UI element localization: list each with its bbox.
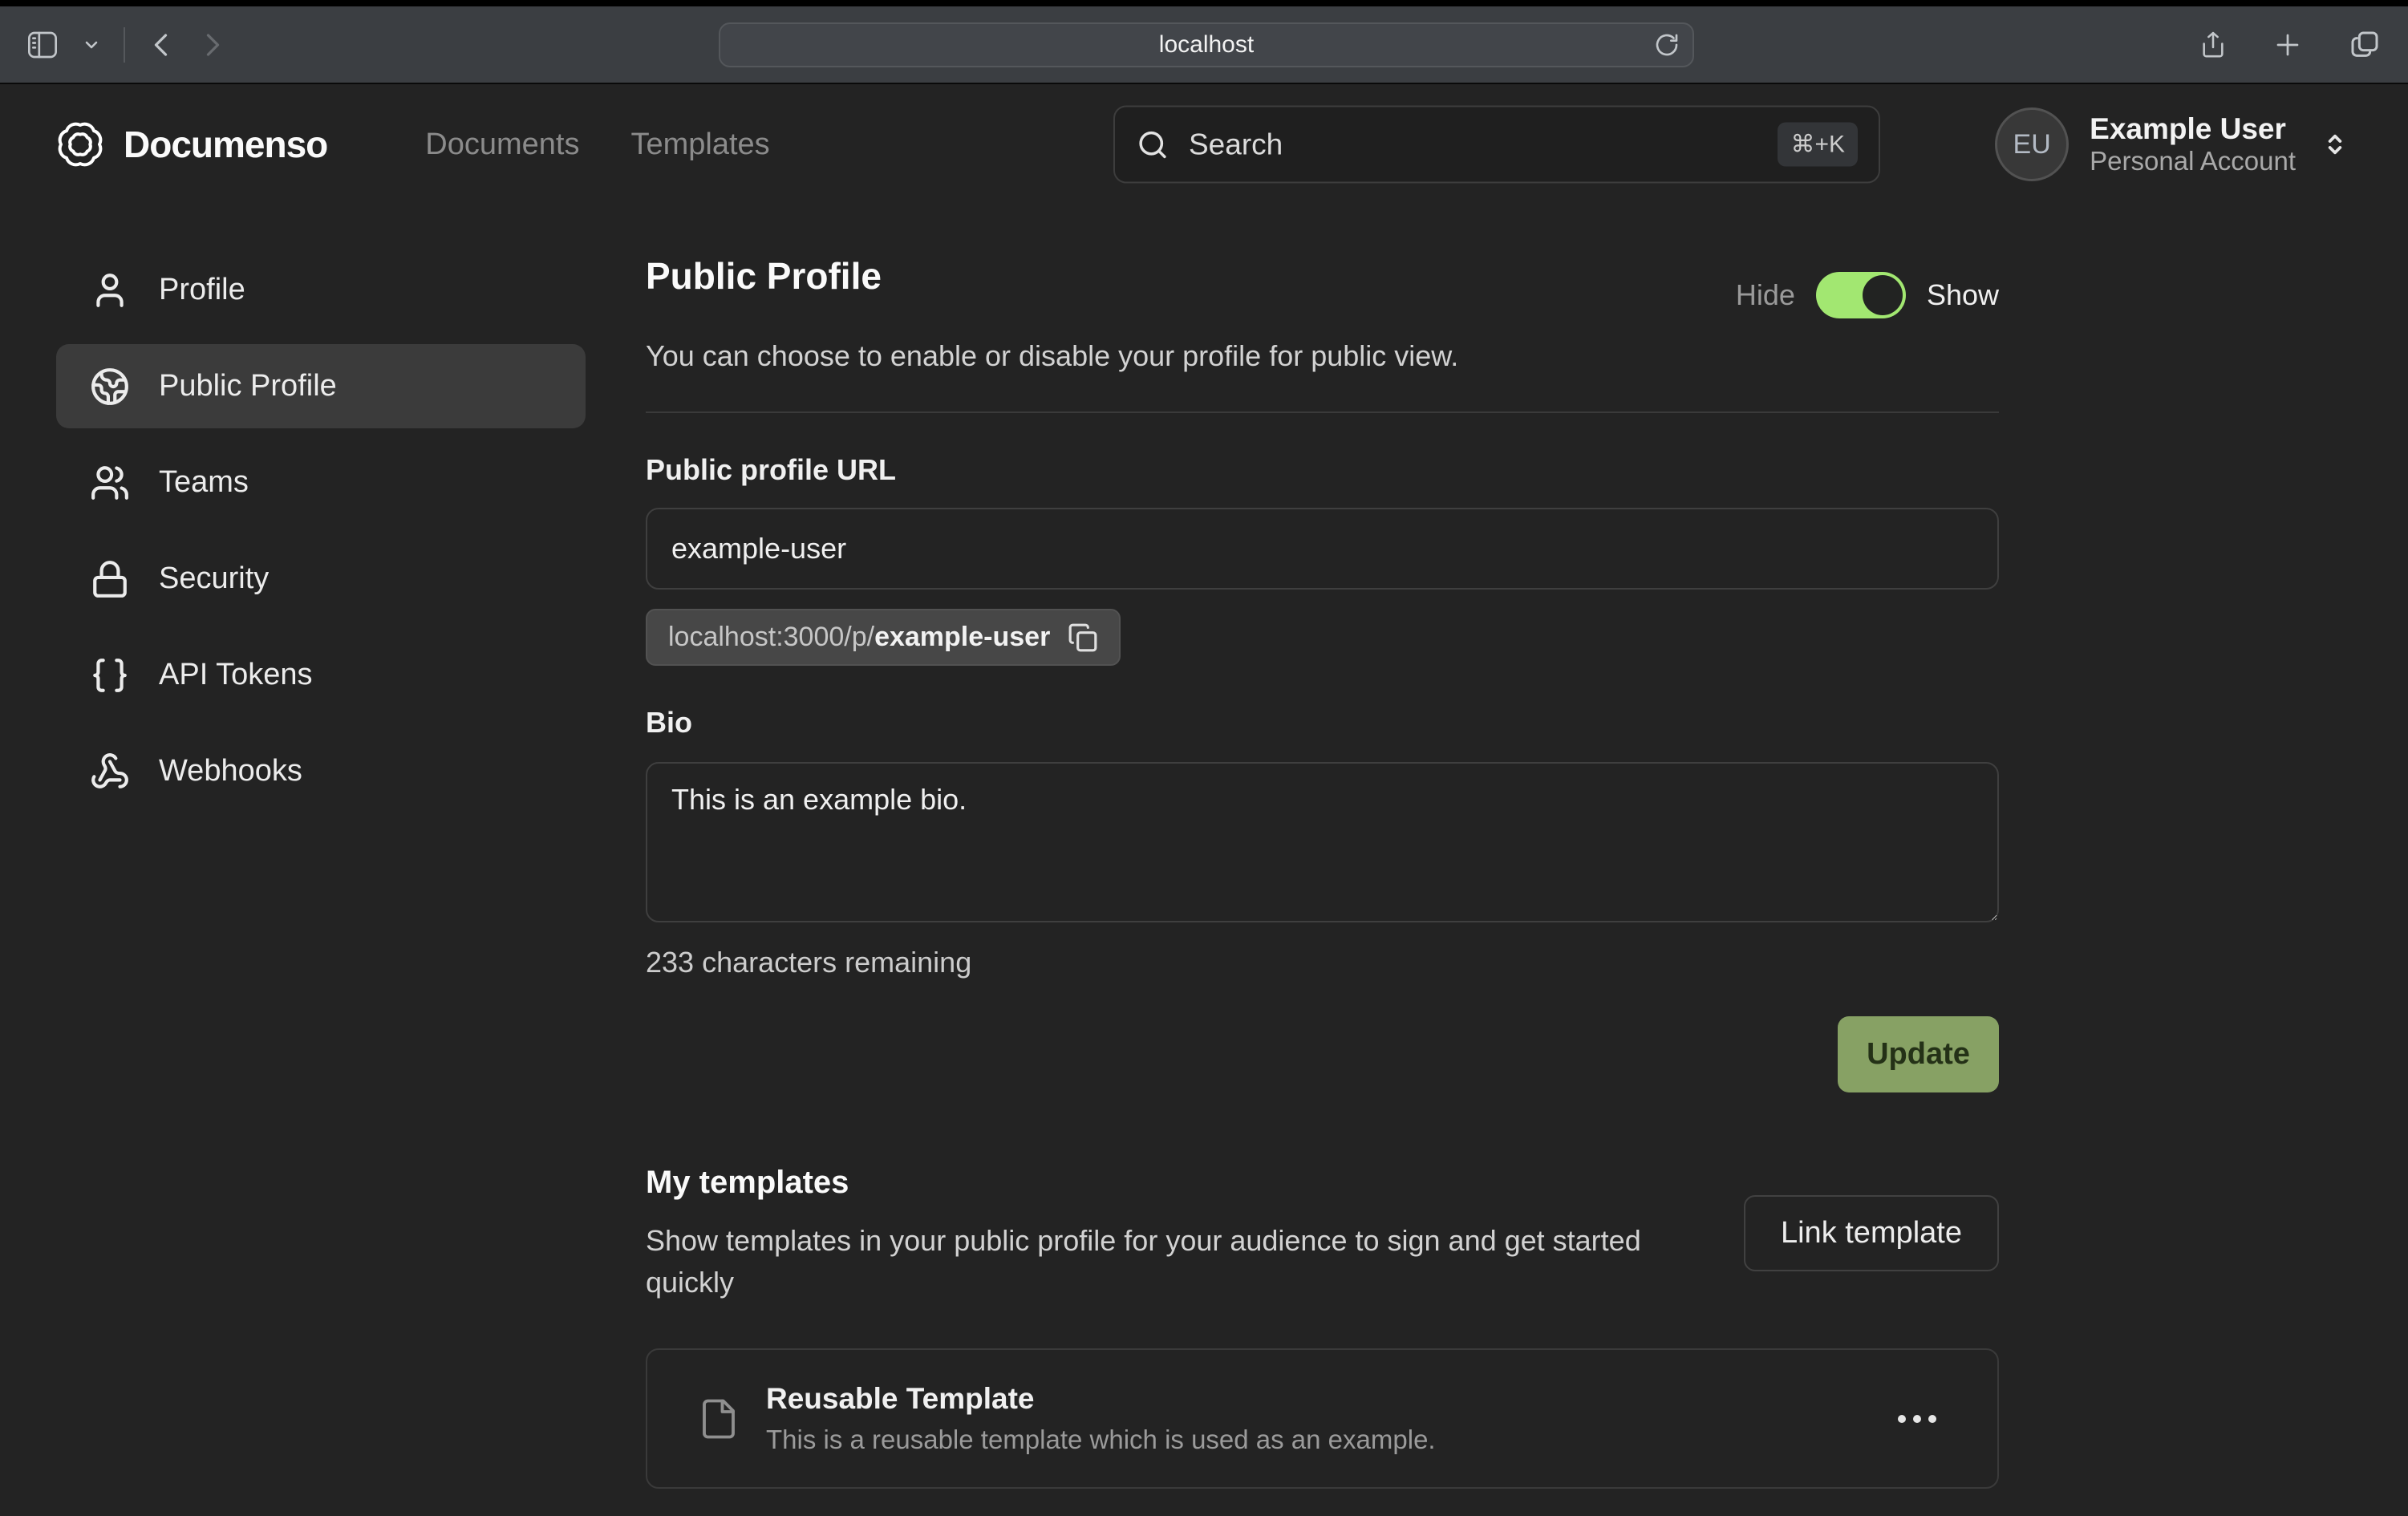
- forward-icon[interactable]: [197, 28, 226, 62]
- address-bar[interactable]: localhost: [719, 22, 1694, 67]
- copy-icon: [1068, 622, 1098, 653]
- templates-header: My templates Show templates in your publ…: [646, 1165, 1999, 1303]
- brand-name: Documenso: [124, 123, 327, 166]
- ellipsis-icon[interactable]: [1887, 1404, 1948, 1434]
- page-title: Public Profile: [646, 254, 882, 298]
- chevrons-up-down-icon: [2320, 129, 2350, 160]
- profile-url-slug: example-user: [874, 622, 1050, 652]
- toggle-show-label: Show: [1927, 278, 1999, 312]
- avatar: EU: [1995, 107, 2069, 181]
- user-icon: [90, 270, 130, 310]
- app-header: Documenso Documents Templates Search ⌘+K…: [0, 84, 2408, 205]
- back-icon[interactable]: [148, 28, 176, 62]
- update-button[interactable]: Update: [1838, 1016, 1999, 1092]
- sidebar-item-label: Profile: [159, 273, 245, 307]
- braces-icon: [90, 655, 130, 695]
- section-header: Public Profile Hide Show: [646, 248, 1999, 318]
- sidebar-item-label: Public Profile: [159, 369, 337, 403]
- template-description: This is a reusable template which is use…: [766, 1423, 1887, 1457]
- divider: [646, 411, 1999, 413]
- sidebar-item-webhooks[interactable]: Webhooks: [56, 729, 586, 813]
- sidebar-item-api-tokens[interactable]: API Tokens: [56, 633, 586, 717]
- sidebar-item-public-profile[interactable]: Public Profile: [56, 344, 586, 428]
- browser-toolbar-right: [2199, 29, 2381, 61]
- update-row: Update: [646, 1016, 1999, 1092]
- window-top-strip: [0, 0, 2408, 6]
- link-template-button[interactable]: Link template: [1744, 1195, 1999, 1271]
- search-icon: [1136, 128, 1170, 161]
- template-card: Reusable Template This is a reusable tem…: [646, 1348, 1999, 1489]
- toolbar-divider: [124, 27, 125, 63]
- profile-url-label: Public profile URL: [646, 453, 1999, 487]
- app-body: Profile Public Profile Teams Security AP…: [0, 205, 2408, 1516]
- share-icon[interactable]: [2199, 29, 2227, 61]
- main-nav: Documents Templates: [425, 128, 769, 162]
- profile-url-prefix: localhost:3000/p/: [668, 622, 874, 652]
- nav-documents[interactable]: Documents: [425, 128, 579, 162]
- bio-textarea[interactable]: This is an example bio.: [646, 762, 1999, 922]
- webhook-icon: [90, 752, 130, 792]
- toggle-hide-label: Hide: [1736, 278, 1795, 312]
- sidebar-item-label: Security: [159, 561, 269, 596]
- main-content: Public Profile Hide Show You can choose …: [646, 248, 1999, 1516]
- address-bar-url: localhost: [1159, 31, 1254, 59]
- sidebar-item-profile[interactable]: Profile: [56, 248, 586, 332]
- lock-icon: [90, 559, 130, 599]
- sidebar-menu-chevron-down-icon[interactable]: [82, 35, 101, 55]
- file-icon: [697, 1393, 740, 1445]
- user-name: Example User: [2090, 111, 2296, 147]
- search-shortcut-badge: ⌘+K: [1778, 123, 1858, 167]
- chars-remaining: 233 characters remaining: [646, 946, 1999, 979]
- templates-description: Show templates in your public profile fo…: [646, 1220, 1713, 1303]
- search-placeholder: Search: [1189, 128, 1778, 161]
- bio-label: Bio: [646, 706, 1999, 740]
- screen: localhost: [0, 0, 2408, 1516]
- new-tab-icon[interactable]: [2273, 30, 2302, 59]
- template-title: Reusable Template: [766, 1380, 1887, 1418]
- globe-icon: [90, 367, 130, 407]
- profile-url-preview: localhost:3000/p/example-user: [668, 622, 1050, 653]
- brand[interactable]: Documenso: [55, 119, 327, 170]
- user-meta: Example User Personal Account: [2090, 111, 2296, 178]
- sidebar-item-teams[interactable]: Teams: [56, 440, 586, 525]
- users-icon: [90, 463, 130, 503]
- sidebar-item-security[interactable]: Security: [56, 537, 586, 621]
- profile-url-copy-pill[interactable]: localhost:3000/p/example-user: [646, 609, 1121, 666]
- visibility-toggle[interactable]: [1816, 272, 1906, 318]
- sidebar-item-label: Teams: [159, 465, 249, 500]
- user-account-type: Personal Account: [2090, 146, 2296, 177]
- template-meta: Reusable Template This is a reusable tem…: [766, 1380, 1887, 1457]
- section-subtitle: You can choose to enable or disable your…: [646, 339, 1999, 373]
- browser-toolbar: localhost: [0, 6, 2408, 84]
- search-input[interactable]: Search ⌘+K: [1113, 106, 1880, 184]
- documenso-seal-icon: [55, 119, 106, 170]
- toggle-knob: [1863, 275, 1903, 315]
- tabs-overview-icon[interactable]: [2349, 29, 2381, 61]
- browser-toolbar-left: [0, 27, 226, 63]
- app: Documenso Documents Templates Search ⌘+K…: [0, 84, 2408, 1516]
- sidebar-item-label: API Tokens: [159, 658, 313, 692]
- reload-icon[interactable]: [1654, 32, 1680, 58]
- profile-url-input[interactable]: [646, 508, 1999, 590]
- visibility-toggle-row: Hide Show: [1736, 272, 1999, 318]
- nav-templates[interactable]: Templates: [630, 128, 769, 162]
- sidebar-toggle-icon[interactable]: [24, 29, 61, 61]
- sidebar-item-label: Webhooks: [159, 754, 302, 788]
- settings-sidebar: Profile Public Profile Teams Security AP…: [56, 248, 586, 1516]
- user-menu[interactable]: EU Example User Personal Account: [1995, 107, 2350, 181]
